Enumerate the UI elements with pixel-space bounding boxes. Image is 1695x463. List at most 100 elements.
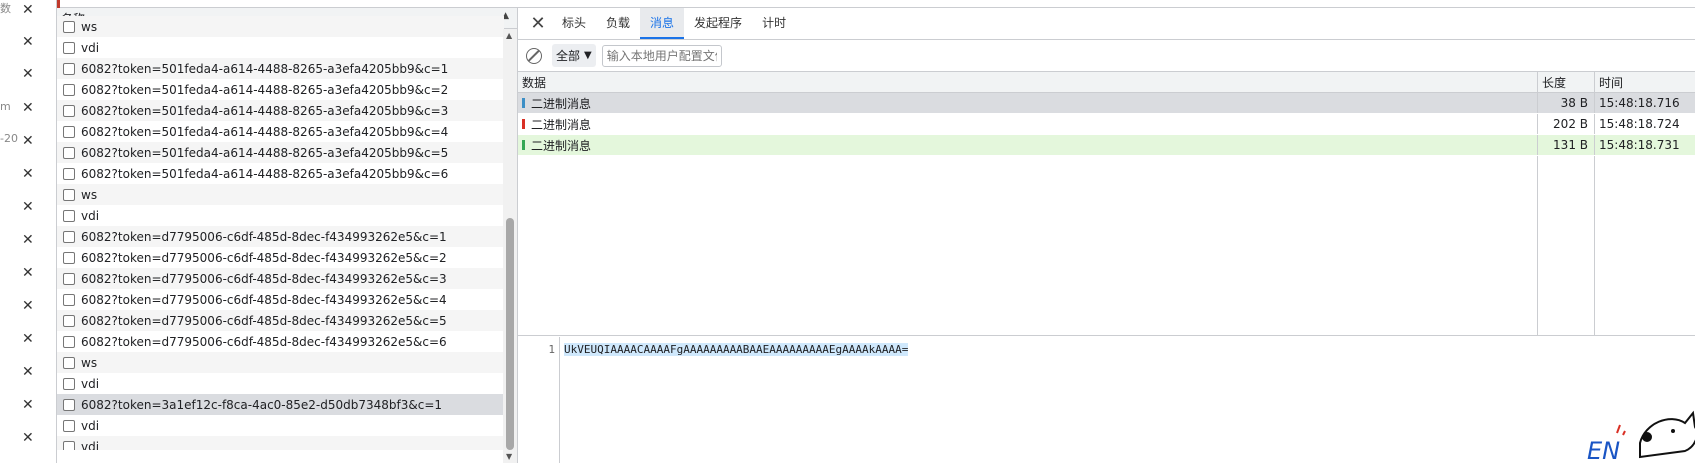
request-row[interactable]: ws <box>57 352 504 373</box>
clear-messages-icon[interactable] <box>526 47 542 64</box>
close-icon[interactable]: ✕ <box>22 397 34 413</box>
request-checkbox[interactable] <box>63 251 75 264</box>
request-row[interactable]: ws <box>57 184 504 205</box>
column-fill <box>1538 156 1595 336</box>
request-checkbox[interactable] <box>63 377 75 390</box>
message-content[interactable]: UkVEUQIAAAACAAAAFgAAAAAAAAABAAEAAAAAAAAA… <box>560 337 912 463</box>
request-row[interactable]: 6082?token=d7795006-c6df-485d-8dec-f4349… <box>57 226 504 247</box>
request-name: 6082?token=d7795006-c6df-485d-8dec-f4349… <box>81 229 447 244</box>
data-column-header[interactable]: 数据 <box>518 72 1538 92</box>
message-filter-input[interactable] <box>601 44 722 67</box>
request-checkbox[interactable] <box>63 146 75 159</box>
request-checkbox[interactable] <box>63 335 75 348</box>
message-data: 二进制消息 <box>531 96 592 111</box>
detail-tabbar: ✕ 标头 负载 消息 发起程序 计时 <box>518 8 1695 40</box>
close-icon[interactable]: ✕ <box>22 430 34 446</box>
message-row[interactable]: 二进制消息 131 B 15:48:18.731 <box>518 135 1695 156</box>
tab-1[interactable]: 负载 <box>596 8 640 39</box>
close-icon[interactable]: ✕ <box>22 331 34 347</box>
network-timeline-overview[interactable] <box>57 0 1695 8</box>
request-checkbox[interactable] <box>63 209 75 222</box>
message-data-cell: 二进制消息 <box>518 135 1538 155</box>
request-row[interactable]: vdi <box>57 436 504 450</box>
message-length: 202 B <box>1538 114 1595 134</box>
message-row[interactable]: 二进制消息 202 B 15:48:18.724 <box>518 114 1695 135</box>
close-icon[interactable]: ✕ <box>22 265 34 281</box>
request-row[interactable]: 6082?token=d7795006-c6df-485d-8dec-f4349… <box>57 310 504 331</box>
request-name: vdi <box>81 40 100 55</box>
request-row[interactable]: 6082?token=501feda4-a614-4488-8265-a3efa… <box>57 58 504 79</box>
request-checkbox[interactable] <box>63 188 75 201</box>
tab-2[interactable]: 消息 <box>640 8 685 39</box>
request-row[interactable]: 6082?token=d7795006-c6df-485d-8dec-f4349… <box>57 247 504 268</box>
sent-arrow-icon <box>522 140 525 150</box>
scroll-down-icon[interactable]: ▼ <box>506 452 512 461</box>
scrollbar-thumb[interactable] <box>506 218 514 450</box>
time-column-header[interactable]: 时间 <box>1595 72 1695 92</box>
message-rows: 二进制消息 38 B 15:48:18.716 二进制消息 202 B 15:48:18.… <box>518 93 1695 156</box>
request-checkbox[interactable] <box>63 125 75 138</box>
message-type-select[interactable]: 全部 ▼ <box>552 44 596 67</box>
close-icon[interactable]: ✕ <box>22 166 34 182</box>
request-checkbox[interactable] <box>63 293 75 306</box>
request-checkbox[interactable] <box>63 41 75 54</box>
request-checkbox[interactable] <box>63 356 75 369</box>
close-icon[interactable]: ✕ <box>22 232 34 248</box>
length-column-header[interactable]: 长度 <box>1538 72 1595 92</box>
request-checkbox[interactable] <box>63 272 75 285</box>
request-row[interactable]: 6082?token=501feda4-a614-4488-8265-a3efa… <box>57 142 504 163</box>
request-name: vdi <box>81 376 100 391</box>
request-row[interactable]: 6082?token=501feda4-a614-4488-8265-a3efa… <box>57 121 504 142</box>
request-name: 6082?token=d7795006-c6df-485d-8dec-f4349… <box>81 334 447 349</box>
tab-4[interactable]: 计时 <box>752 8 796 39</box>
received-arrow-icon <box>522 119 525 129</box>
request-checkbox[interactable] <box>63 440 75 450</box>
scroll-up-icon[interactable]: ▲ <box>506 31 512 40</box>
request-row[interactable]: 6082?token=d7795006-c6df-485d-8dec-f4349… <box>57 268 504 289</box>
request-row[interactable]: 6082?token=d7795006-c6df-485d-8dec-f4349… <box>57 331 504 352</box>
tab-3[interactable]: 发起程序 <box>684 8 752 39</box>
request-name: ws <box>81 187 98 202</box>
request-row[interactable]: vdi <box>57 415 504 436</box>
request-checkbox[interactable] <box>63 167 75 180</box>
close-icon[interactable]: ✕ <box>22 34 34 50</box>
request-checkbox[interactable] <box>63 398 75 411</box>
request-row[interactable]: 6082?token=501feda4-a614-4488-8265-a3efa… <box>57 100 504 121</box>
close-icon[interactable]: ✕ <box>22 199 34 215</box>
request-row[interactable]: 6082?token=501feda4-a614-4488-8265-a3efa… <box>57 163 504 184</box>
close-icon[interactable]: ✕ <box>22 100 34 116</box>
request-row[interactable]: vdi <box>57 373 504 394</box>
left-sidebar-strip: 数 m -20 ✕ ✕ ✕ ✕ ✕ ✕ ✕ ✕ ✕ ✕ ✕ ✕ ✕ ✕ <box>0 0 57 463</box>
close-icon[interactable]: ✕ <box>22 298 34 314</box>
message-row[interactable]: 二进制消息 38 B 15:48:18.716 <box>518 93 1695 114</box>
request-row[interactable]: vdi <box>57 37 504 58</box>
close-icon[interactable]: ✕ <box>22 66 34 82</box>
close-icon[interactable]: ✕ <box>22 364 34 380</box>
request-checkbox[interactable] <box>63 104 75 117</box>
request-name: ws <box>81 19 98 34</box>
request-checkbox[interactable] <box>63 419 75 432</box>
request-row[interactable]: ws <box>57 16 504 37</box>
close-icon[interactable]: ✕ <box>524 8 552 39</box>
request-name: 6082?token=3a1ef12c-f8ca-4ac0-85e2-d50db… <box>81 397 443 412</box>
message-time: 15:48:18.724 <box>1599 117 1680 131</box>
request-checkbox[interactable] <box>63 230 75 243</box>
request-row[interactable]: vdi <box>57 205 504 226</box>
request-checkbox[interactable] <box>63 83 75 96</box>
request-row[interactable]: 6082?token=3a1ef12c-f8ca-4ac0-85e2-d50db… <box>57 394 504 415</box>
message-length: 131 B <box>1538 135 1595 155</box>
request-row[interactable]: 6082?token=501feda4-a614-4488-8265-a3efa… <box>57 79 504 100</box>
message-data-cell: 二进制消息 <box>518 114 1538 134</box>
tab-0[interactable]: 标头 <box>552 8 596 39</box>
timeline-marker <box>57 0 60 8</box>
close-icon[interactable]: ✕ <box>22 133 34 149</box>
request-row[interactable]: 6082?token=d7795006-c6df-485d-8dec-f4349… <box>57 289 504 310</box>
close-icon[interactable]: ✕ <box>22 2 34 18</box>
message-filter-bar: 全部 ▼ <box>518 40 1695 72</box>
sidebar-fragment: m <box>0 100 11 113</box>
request-name: 6082?token=501feda4-a614-4488-8265-a3efa… <box>81 145 449 160</box>
request-checkbox[interactable] <box>63 62 75 75</box>
request-checkbox[interactable] <box>63 314 75 327</box>
request-list-scrollbar[interactable]: ▲ ▼ <box>503 29 517 463</box>
request-checkbox[interactable] <box>63 20 75 33</box>
